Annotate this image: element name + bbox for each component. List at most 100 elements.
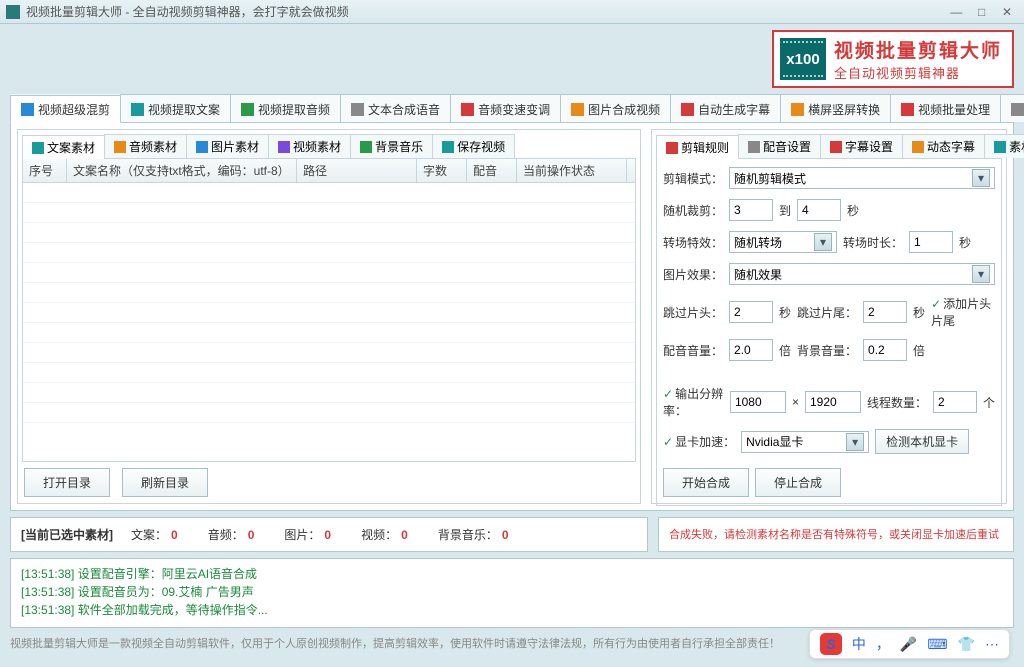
- main-tab-3[interactable]: 文本合成语音: [340, 94, 451, 122]
- log-panel[interactable]: [13:51:38] 设置配音引擎：阿里云AI语音合成[13:51:38] 设置…: [10, 558, 1014, 628]
- tab-icon: [241, 103, 254, 116]
- table-row[interactable]: [23, 303, 635, 323]
- ime-more-icon[interactable]: ⋯: [985, 636, 999, 653]
- selected-materials-status: [当前已选中素材] 文案：0音频：0图片：0视频：0背景音乐：0: [10, 517, 648, 552]
- table-row[interactable]: [23, 363, 635, 383]
- right-column: 剪辑规则配音设置字幕设置动态字幕素材目录 剪辑模式： 随机剪辑模式 ▾ 随机裁剪…: [651, 129, 1007, 504]
- material-tab-1[interactable]: 音频素材: [104, 134, 187, 158]
- main-tab-5[interactable]: 图片合成视频: [560, 94, 671, 122]
- dub-volume-input[interactable]: [729, 339, 773, 361]
- settings-tab-3[interactable]: 动态字幕: [902, 134, 985, 158]
- table-row[interactable]: [23, 283, 635, 303]
- close-button[interactable]: ✕: [996, 5, 1018, 19]
- column-header[interactable]: 序号: [23, 159, 67, 182]
- table-row[interactable]: [23, 183, 635, 203]
- column-header[interactable]: 路径: [297, 159, 417, 182]
- status-item: 文案：0: [131, 528, 178, 542]
- output-resolution-checkbox[interactable]: 输出分辨率：: [663, 385, 724, 419]
- skip-head-input[interactable]: [729, 301, 773, 323]
- ime-item[interactable]: 中: [852, 634, 866, 654]
- table-row[interactable]: [23, 343, 635, 363]
- main-tab-6[interactable]: 自动生成字幕: [670, 94, 781, 122]
- tab-icon: [791, 103, 804, 116]
- settings-tab-4[interactable]: 素材目录: [984, 134, 1024, 158]
- main-panel: 文案素材音频素材图片素材视频素材背景音乐保存视频 序号文案名称（仅支持txt格式…: [10, 123, 1014, 511]
- maximize-button[interactable]: □: [971, 5, 993, 19]
- dropdown-arrow-icon[interactable]: ▾: [846, 433, 864, 451]
- column-header[interactable]: 字数: [417, 159, 467, 182]
- settings-tab-0[interactable]: 剪辑规则: [656, 135, 739, 159]
- ime-item[interactable]: ，: [876, 634, 890, 654]
- main-tab-1[interactable]: 视频提取文案: [120, 94, 231, 122]
- clip-mode-label: 剪辑模式：: [663, 170, 723, 187]
- column-header[interactable]: 当前操作状态: [517, 159, 627, 182]
- material-tab-5[interactable]: 保存视频: [432, 134, 515, 158]
- tab-icon: [830, 141, 842, 153]
- gpu-accel-checkbox[interactable]: 显卡加速：: [663, 433, 735, 450]
- open-folder-button[interactable]: 打开目录: [24, 468, 110, 497]
- tab-icon: [1011, 103, 1024, 116]
- random-cut-to-input[interactable]: [797, 199, 841, 221]
- column-header[interactable]: 配音: [467, 159, 517, 182]
- refresh-folder-button[interactable]: 刷新目录: [122, 468, 208, 497]
- ime-skin-icon[interactable]: 👕: [958, 636, 975, 653]
- settings-tab-1[interactable]: 配音设置: [738, 134, 821, 158]
- tab-icon: [901, 103, 914, 116]
- bgm-volume-input[interactable]: [863, 339, 907, 361]
- tab-icon: [278, 141, 290, 153]
- table-row[interactable]: [23, 323, 635, 343]
- main-tab-7[interactable]: 横屏竖屏转换: [780, 94, 891, 122]
- transition-duration-input[interactable]: [909, 231, 953, 253]
- minimize-button[interactable]: —: [945, 5, 967, 19]
- main-tab-2[interactable]: 视频提取音频: [230, 94, 341, 122]
- log-line: [13:51:38] 设置配音引擎：阿里云AI语音合成: [21, 565, 1003, 583]
- material-tab-3[interactable]: 视频素材: [268, 134, 351, 158]
- settings-tab-2[interactable]: 字幕设置: [820, 134, 903, 158]
- main-tab-0[interactable]: 视频超级混剪: [10, 95, 121, 123]
- log-line: [13:51:38] 软件全部加载完成，等待操作指令...: [21, 601, 1003, 619]
- transition-select[interactable]: 随机转场 ▾: [729, 231, 837, 253]
- ime-mic-icon[interactable]: 🎤: [900, 636, 917, 653]
- table-row[interactable]: [23, 263, 635, 283]
- start-compose-button[interactable]: 开始合成: [663, 468, 749, 497]
- clip-mode-select[interactable]: 随机剪辑模式 ▾: [729, 167, 995, 189]
- stop-compose-button[interactable]: 停止合成: [755, 468, 841, 497]
- threads-input[interactable]: [933, 391, 977, 413]
- ime-logo-icon[interactable]: S: [820, 633, 842, 655]
- detect-gpu-button[interactable]: 检测本机显卡: [875, 429, 969, 454]
- main-tab-9[interactable]: 软件参数设置: [1000, 94, 1024, 122]
- table-row[interactable]: [23, 383, 635, 403]
- skip-tail-input[interactable]: [863, 301, 907, 323]
- gpu-select[interactable]: Nvidia显卡 ▾: [741, 431, 869, 453]
- picture-effect-label: 图片效果：: [663, 266, 723, 283]
- main-tab-4[interactable]: 音频变速变调: [450, 94, 561, 122]
- material-tab-2[interactable]: 图片素材: [186, 134, 269, 158]
- picture-effect-select[interactable]: 随机效果 ▾: [729, 263, 995, 285]
- dropdown-arrow-icon[interactable]: ▾: [972, 265, 990, 283]
- table-header: 序号文案名称（仅支持txt格式，编码：utf-8）路径字数配音当前操作状态: [23, 159, 635, 183]
- table-row[interactable]: [23, 243, 635, 263]
- window-title: 视频批量剪辑大师 - 全自动视频剪辑神器，会打字就会做视频: [26, 3, 945, 20]
- material-tab-0[interactable]: 文案素材: [22, 135, 105, 159]
- tab-icon: [461, 103, 474, 116]
- status-item: 音频：0: [208, 528, 255, 542]
- banner-box[interactable]: x100 视频批量剪辑大师 全自动视频剪辑神器: [772, 30, 1014, 88]
- table-row[interactable]: [23, 203, 635, 223]
- table-row[interactable]: [23, 223, 635, 243]
- resolution-height-input[interactable]: [805, 391, 861, 413]
- main-tab-8[interactable]: 视频批量处理: [890, 94, 1001, 122]
- settings-tabs: 剪辑规则配音设置字幕设置动态字幕素材目录: [656, 134, 1002, 159]
- resolution-width-input[interactable]: [730, 391, 786, 413]
- random-cut-from-input[interactable]: [729, 199, 773, 221]
- ime-toolbar[interactable]: S 中 ， 🎤 ⌨ 👕 ⋯: [809, 629, 1010, 659]
- status-label: [当前已选中素材]: [21, 526, 113, 543]
- add-head-tail-checkbox[interactable]: 添加片头片尾: [931, 295, 995, 329]
- dropdown-arrow-icon[interactable]: ▾: [972, 169, 990, 187]
- table-row[interactable]: [23, 403, 635, 423]
- dropdown-arrow-icon[interactable]: ▾: [814, 233, 832, 251]
- ime-keyboard-icon[interactable]: ⌨: [927, 636, 947, 653]
- column-header[interactable]: 文案名称（仅支持txt格式，编码：utf-8）: [67, 159, 297, 182]
- tab-icon: [114, 141, 126, 153]
- material-tab-4[interactable]: 背景音乐: [350, 134, 433, 158]
- table-body[interactable]: [23, 183, 635, 425]
